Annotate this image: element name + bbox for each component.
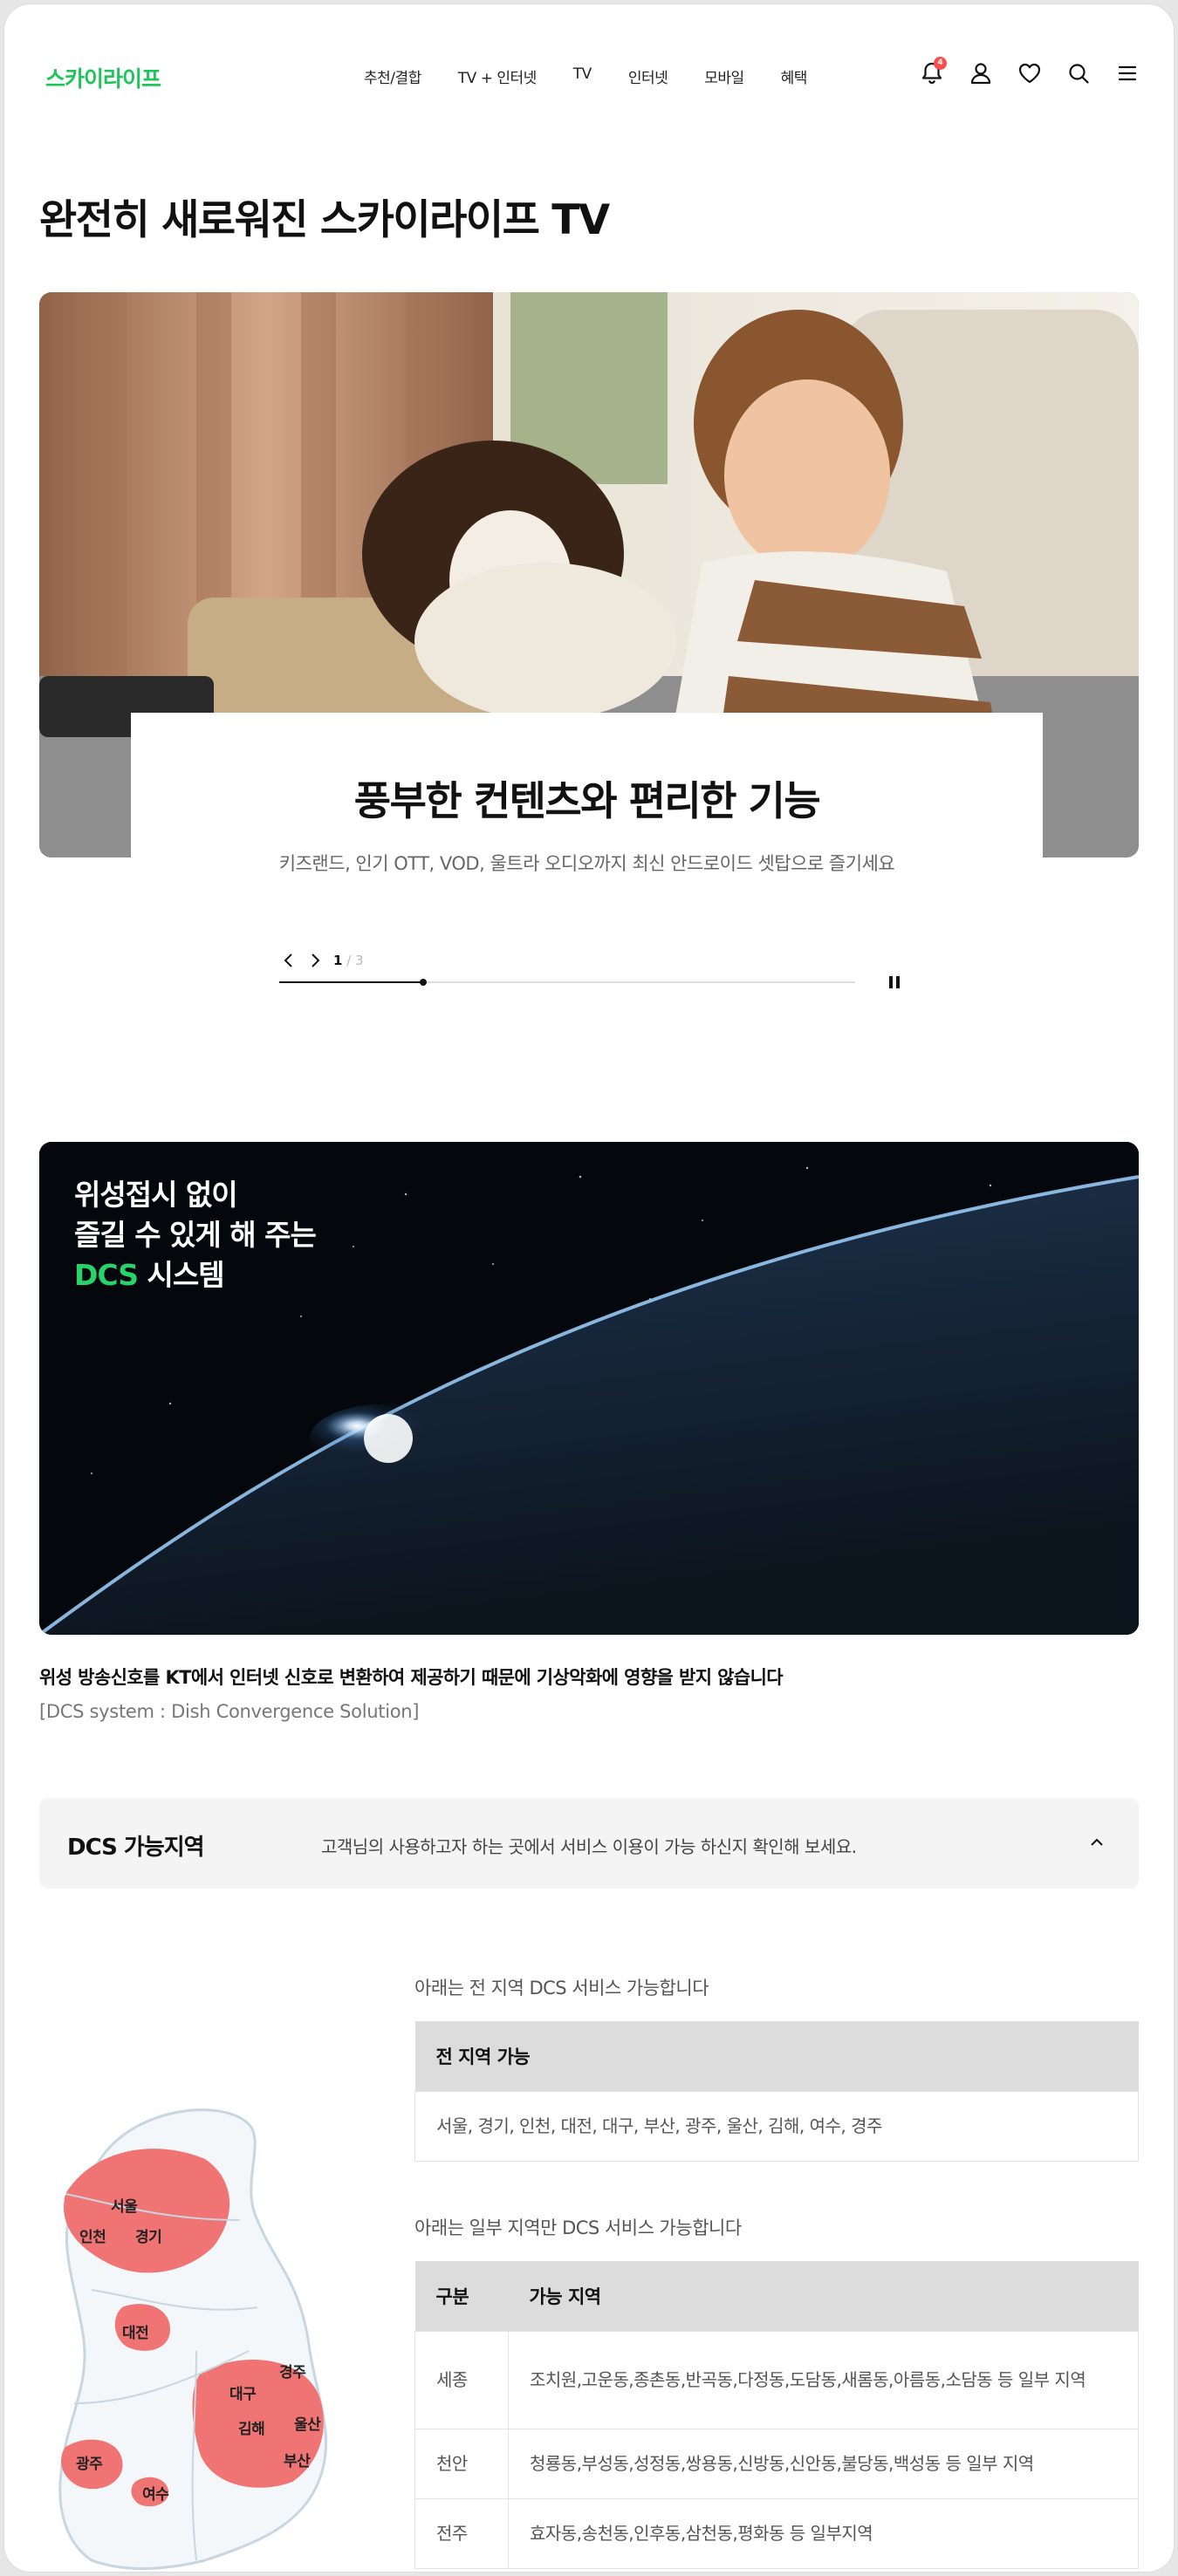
nav-item-tv[interactable]: TV [573,65,592,87]
menu-icon[interactable] [1114,60,1140,86]
dcs-banner: 위성접시 없이 즐길 수 있게 해 주는 DCS 시스템 [39,1142,1139,1635]
partial-regions-caption: 아래는 일부 지역만 DCS 서비스 가능합니다 [414,2217,742,2238]
page-title: 완전히 새로워진 스카이라이프 TV [39,196,610,244]
slide-progress-track [279,979,855,986]
row-areas: 청룡동,부성동,성정동,쌍용동,신방동,신안동,불당동,백성동 등 일부 지역 [508,2428,1139,2499]
search-icon[interactable] [1065,60,1092,86]
next-arrow-icon[interactable] [305,951,325,970]
map-label-gyeonggi: 경기 [135,2229,162,2246]
korea-coverage-map: 서울 인천 경기 대전 경주 대구 울산 김해 부산 광주 여수 [39,2089,353,2572]
site-header: 스카이라이프 추천/결합 TV + 인터넷 TV 인터넷 모바일 혜택 4 [4,4,1174,144]
pause-button[interactable] [886,974,903,990]
nav-item-mobile[interactable]: 모바일 [704,65,744,87]
dcs-area-accordion[interactable]: DCS 가능지역 고객님의 사용하고자 하는 곳에서 서비스 이용이 가능 하신… [39,1798,1139,1889]
row-areas: 효자동,송천동,인후동,삼천동,평화동 등 일부지역 [508,2497,1139,2569]
table-row: 세종 조치원,고운동,종촌동,반곡동,다정동,도담동,새롬동,아름동,소담동 등… [414,2330,1139,2429]
dcs-banner-line3-rest: 시스템 [138,1258,224,1292]
partial-regions-table: 구분 가능 지역 세종 조치원,고운동,종촌동,반곡동,다정동,도담동,새롬동,… [414,2261,1139,2569]
col-header-region: 구분 [414,2261,509,2331]
table-row: 천안 청룡동,부성동,성정동,쌍용동,신방동,신안동,불당동,백성동 등 일부 … [414,2428,1139,2499]
map-label-daegu: 대구 [229,2386,257,2403]
site-logo[interactable]: 스카이라이프 [45,62,161,93]
korea-map-shape [58,2108,328,2570]
all-regions-table: 전 지역 가능 서울, 경기, 인천, 대전, 대구, 부산, 광주, 울산, … [414,2021,1139,2162]
map-label-gimhae: 김해 [238,2421,265,2438]
map-label-incheon: 인천 [79,2229,106,2246]
row-areas: 조치원,고운동,종촌동,반곡동,다정동,도담동,새롬동,아름동,소담동 등 일부… [508,2330,1139,2429]
row-region: 전주 [414,2497,509,2569]
accordion-description: 고객님의 사용하고자 하는 곳에서 서비스 이용이 가능 하신지 확인해 보세요… [321,1836,857,1857]
all-regions-caption: 아래는 전 지역 DCS 서비스 가능합니다 [414,1978,709,1999]
hero-caption-card: 풍부한 컨텐츠와 편리한 기능 키즈랜드, 인기 OTT, VOD, 울트라 오… [131,713,1043,1009]
dcs-banner-line1: 위성접시 없이 [74,1178,238,1212]
page-frame: 스카이라이프 추천/결합 TV + 인터넷 TV 인터넷 모바일 혜택 4 완전… [4,4,1174,2572]
chevron-up-icon[interactable] [1086,1831,1108,1854]
bell-icon[interactable]: 4 [919,57,947,86]
header-utilities: 4 [919,57,1140,86]
row-region: 세종 [414,2330,509,2429]
nav-item-recommend[interactable]: 추천/결합 [364,65,421,87]
user-icon[interactable] [968,60,994,86]
slide-current: 1 [333,953,343,968]
prev-arrow-icon[interactable] [279,951,298,970]
heart-icon[interactable] [1017,60,1043,86]
dcs-description: 위성 방송신호를 KT에서 인터넷 신호로 변환하여 제공하기 때문에 기상악화… [39,1667,784,1688]
map-label-daejeon: 대전 [122,2325,149,2342]
map-label-seoul: 서울 [111,2198,138,2216]
dcs-banner-line3: DCS 시스템 [74,1255,316,1295]
hero-title: 풍부한 컨텐츠와 편리한 기능 [353,777,821,824]
nav-item-tv-internet[interactable]: TV + 인터넷 [458,65,538,87]
slide-total: 3 [355,953,364,968]
map-label-ulsan: 울산 [294,2416,321,2434]
table-row: 전주 효자동,송천동,인후동,삼천동,평화동 등 일부지역 [414,2497,1139,2569]
slide-pager: 1 / 3 [333,953,364,968]
slider-controls: 1 / 3 [279,951,903,988]
map-label-gwangju: 광주 [76,2456,103,2473]
nav-item-benefits[interactable]: 혜택 [781,65,808,87]
all-regions-value: 서울, 경기, 인천, 대전, 대구, 부산, 광주, 울산, 김해, 여수, … [414,2090,1139,2162]
notification-badge: 4 [934,57,947,70]
hero-description: 키즈랜드, 인기 OTT, VOD, 울트라 오디오까지 최신 안드로이드 셋탑… [278,853,895,874]
all-regions-header: 전 지역 가능 [414,2021,1139,2091]
dcs-banner-line2: 즐길 수 있게 해 주는 [74,1218,317,1252]
dcs-full-name: [DCS system : Dish Convergence Solution] [39,1701,420,1722]
slide-progress-knob [420,979,427,986]
slide-progress-fill [279,981,423,983]
dcs-banner-headline: 위성접시 없이 즐길 수 있게 해 주는 DCS 시스템 [74,1175,317,1295]
dcs-highlight: DCS [74,1258,139,1292]
map-label-yeosu: 여수 [142,2486,169,2504]
row-region: 천안 [414,2428,509,2499]
map-label-gyeongju: 경주 [279,2364,306,2381]
map-label-busan: 부산 [284,2453,311,2470]
accordion-title: DCS 가능지역 [67,1835,205,1861]
main-nav: 추천/결합 TV + 인터넷 TV 인터넷 모바일 혜택 [364,65,844,87]
col-header-areas: 가능 지역 [508,2261,1139,2331]
nav-item-internet[interactable]: 인터넷 [628,65,668,87]
